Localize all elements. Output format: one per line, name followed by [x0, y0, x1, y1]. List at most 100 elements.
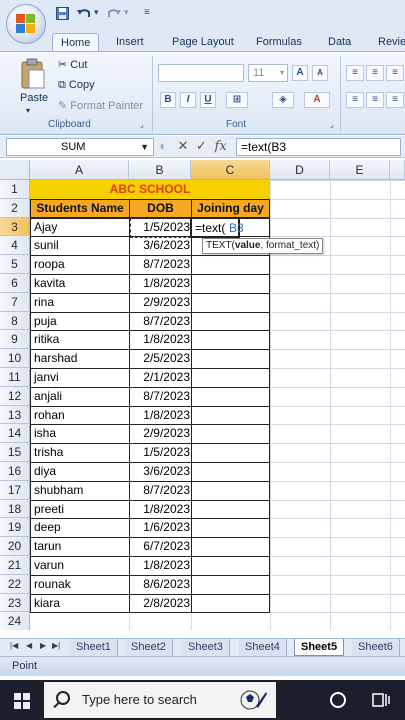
font-name-combobox[interactable]	[158, 64, 244, 82]
save-icon[interactable]	[56, 7, 69, 23]
sheet-tab-sheet3[interactable]: Sheet3	[182, 639, 230, 656]
undo-icon[interactable]	[76, 7, 92, 23]
function-tooltip[interactable]: TEXT(value, format_text)	[202, 238, 324, 254]
row-header[interactable]: 21	[0, 556, 30, 575]
name-box[interactable]: SUM ▼	[6, 138, 154, 156]
paste-icon[interactable]	[20, 58, 46, 90]
bold-icon[interactable]: B	[160, 92, 176, 108]
clipboard-launcher-icon[interactable]: ⌟	[140, 120, 144, 129]
table-cell[interactable]	[191, 480, 270, 501]
row-header[interactable]: 3	[0, 217, 30, 237]
table-cell[interactable]	[191, 274, 270, 294]
row-header[interactable]: 22	[0, 574, 30, 594]
last-sheet-icon[interactable]: ▶|	[52, 641, 60, 650]
column-header-e[interactable]: E	[330, 160, 390, 180]
table-cell[interactable]	[191, 593, 270, 614]
row-header[interactable]: 17	[0, 480, 30, 500]
chevron-down-icon[interactable]: ▼	[140, 139, 149, 155]
row-header[interactable]: 19	[0, 518, 30, 538]
font-size-combobox[interactable]: 11 ▾	[248, 64, 288, 82]
row-header[interactable]: 15	[0, 443, 30, 462]
row-header[interactable]: 10	[0, 349, 30, 368]
redo-dropdown-icon[interactable]: ▾	[124, 7, 129, 18]
title-cell[interactable]: ABC SCHOOL	[30, 180, 270, 199]
paste-dropdown-icon[interactable]: ▾	[26, 106, 30, 115]
font-color-icon[interactable]: A	[304, 92, 330, 108]
select-all-corner[interactable]	[0, 160, 30, 180]
table-cell[interactable]	[191, 462, 270, 482]
row-header[interactable]: 18	[0, 499, 30, 519]
column-header-f[interactable]	[390, 160, 405, 180]
column-header-a[interactable]: A	[30, 160, 129, 180]
insert-function-icon[interactable]: fx	[215, 139, 227, 154]
align-right-icon[interactable]: ≡	[386, 92, 404, 108]
paste-button[interactable]: Paste	[20, 92, 48, 104]
align-bottom-icon[interactable]: ≡	[386, 65, 404, 81]
table-cell[interactable]	[191, 574, 270, 595]
font-launcher-icon[interactable]: ⌟	[330, 120, 334, 129]
borders-icon[interactable]: ⊞	[226, 92, 248, 108]
table-cell[interactable]	[191, 311, 270, 332]
worksheet-grid[interactable]: A B C D E 1 2 3 4 5 6 7 8 9 10 11 12 13 14 15 16 17 18 19 2…	[0, 160, 405, 630]
align-middle-icon[interactable]: ≡	[366, 65, 384, 81]
row-header[interactable]: 23	[0, 593, 30, 613]
next-sheet-icon[interactable]: ▶	[40, 641, 46, 650]
row-header[interactable]: 13	[0, 405, 30, 425]
table-cell[interactable]	[191, 255, 270, 275]
tab-formulas[interactable]: Formulas	[256, 33, 302, 52]
row-header[interactable]: 16	[0, 462, 30, 481]
row-header[interactable]: 24	[0, 612, 30, 630]
shrink-font-icon[interactable]: A	[312, 65, 328, 81]
undo-dropdown-icon[interactable]: ▾	[94, 7, 99, 18]
tab-review[interactable]: Revie	[378, 33, 405, 52]
table-cell[interactable]	[191, 556, 270, 576]
row-header[interactable]: 12	[0, 386, 30, 406]
fill-color-icon[interactable]: ◈	[272, 92, 294, 108]
cortana-icon[interactable]	[330, 692, 346, 708]
table-cell[interactable]	[191, 424, 270, 445]
active-cell-c3[interactable]: =text(B3	[190, 217, 244, 238]
row-header[interactable]: 5	[0, 255, 30, 274]
format-painter-button[interactable]: ✎ Format Painter	[58, 99, 143, 112]
header-dob[interactable]: DOB	[129, 199, 192, 218]
tab-insert[interactable]: Insert	[116, 33, 144, 52]
sheet-tab-sheet2[interactable]: Sheet2	[125, 639, 173, 656]
row-header[interactable]: 20	[0, 537, 30, 556]
table-cell[interactable]	[191, 499, 270, 520]
italic-icon[interactable]: I	[180, 92, 196, 108]
grow-font-icon[interactable]: A	[292, 65, 308, 81]
table-cell[interactable]	[191, 292, 270, 313]
formula-input[interactable]: =text(B3	[236, 138, 401, 156]
table-cell[interactable]	[191, 386, 270, 407]
header-students-name[interactable]: Students Name	[30, 199, 130, 218]
sheet-tab-sheet6[interactable]: Sheet6	[352, 639, 400, 656]
align-center-icon[interactable]: ≡	[366, 92, 384, 108]
column-header-c[interactable]: C	[191, 160, 270, 180]
row-header[interactable]: 4	[0, 236, 30, 256]
table-cell[interactable]	[191, 405, 270, 426]
row-header[interactable]: 11	[0, 368, 30, 387]
header-joining-day[interactable]: Joining day	[191, 199, 270, 218]
table-cell[interactable]	[191, 443, 270, 463]
table-cell[interactable]	[191, 518, 270, 539]
tab-page-layout[interactable]: Page Layout	[172, 33, 234, 52]
row-header[interactable]: 9	[0, 330, 30, 350]
table-cell[interactable]	[191, 330, 270, 351]
customize-qat-icon[interactable]: ≡	[144, 7, 150, 18]
table-cell[interactable]	[191, 349, 270, 369]
windows-start-icon[interactable]	[14, 693, 30, 709]
column-header-d[interactable]: D	[270, 160, 330, 180]
cancel-icon[interactable]: ✕	[177, 138, 188, 153]
prev-sheet-icon[interactable]: ◀	[26, 641, 32, 650]
row-header[interactable]: 8	[0, 311, 30, 331]
sheet-tab-sheet1[interactable]: Sheet1	[70, 639, 118, 656]
sheet-tab-sheet5[interactable]: Sheet5	[294, 639, 345, 656]
table-cell[interactable]	[191, 537, 270, 557]
align-top-icon[interactable]: ≡	[346, 65, 364, 81]
first-sheet-icon[interactable]: |◀	[10, 641, 18, 650]
taskbar-search-box[interactable]: Type here to search	[44, 682, 276, 718]
tab-home[interactable]: Home	[52, 33, 100, 52]
task-view-icon[interactable]	[372, 692, 390, 708]
underline-icon[interactable]: U	[200, 92, 216, 108]
row-header[interactable]: 2	[0, 198, 30, 218]
